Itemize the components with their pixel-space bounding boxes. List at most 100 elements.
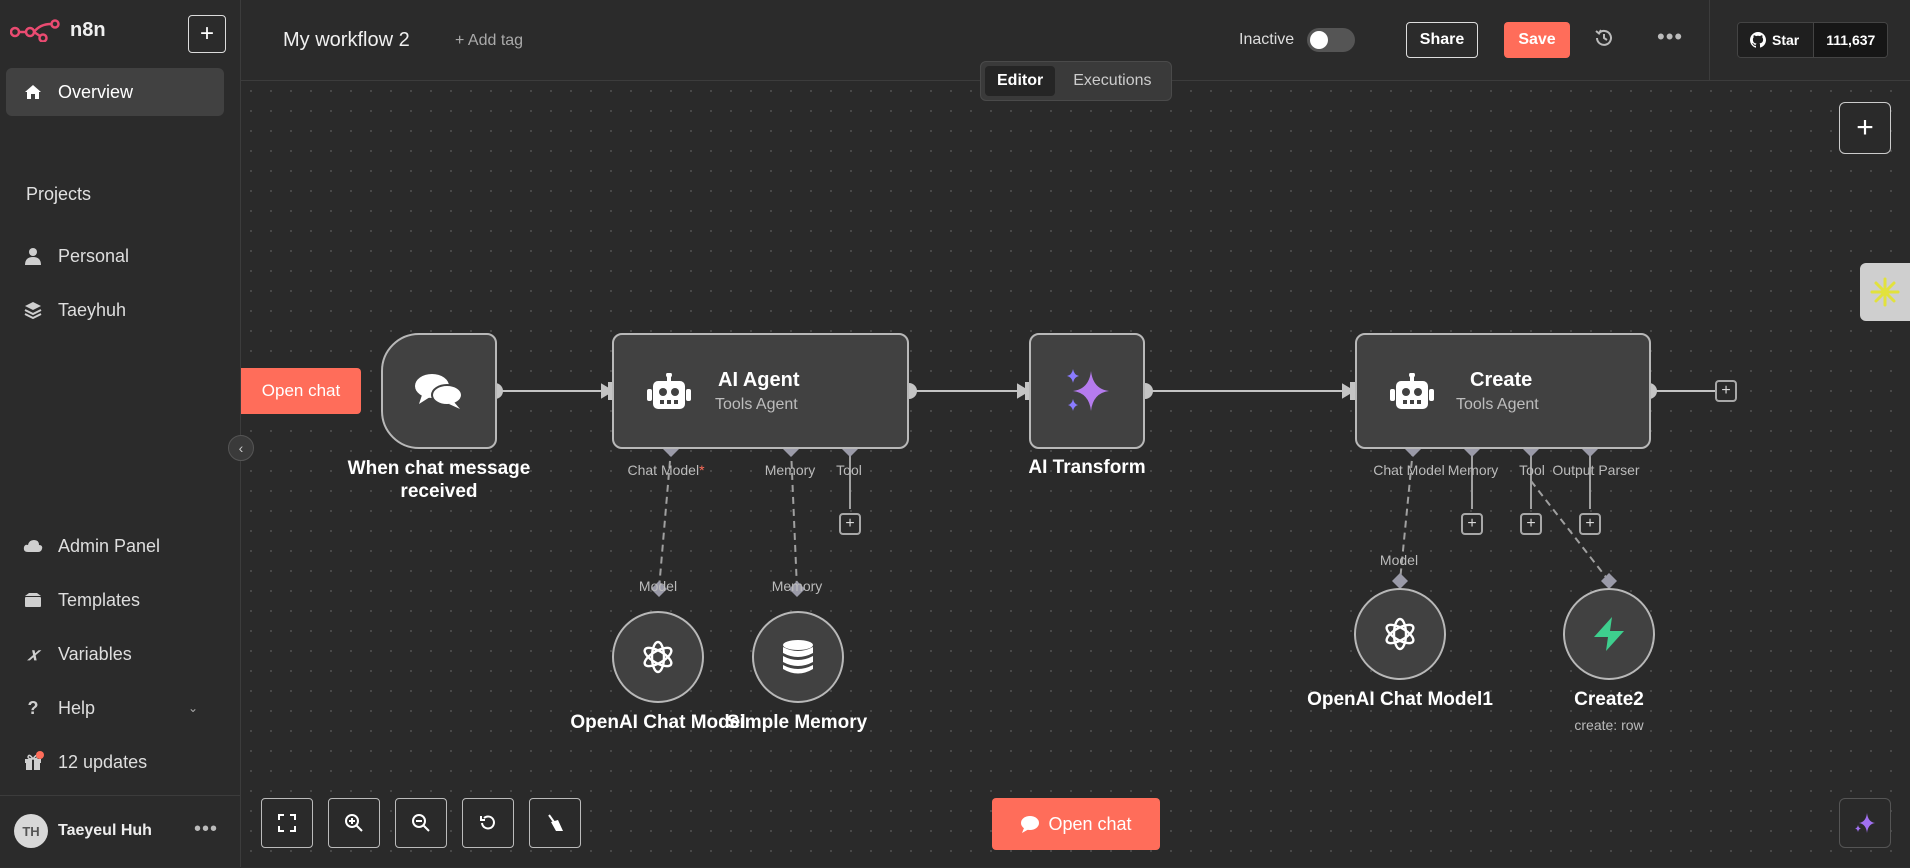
reset-zoom-button[interactable] [462, 798, 514, 848]
open-chat-button[interactable]: Open chat [992, 798, 1160, 850]
node-subtitle: Tools Agent [1456, 396, 1539, 413]
robot-icon [1387, 371, 1437, 415]
node-chat-trigger[interactable] [381, 333, 497, 449]
logo-text: n8n [70, 18, 106, 41]
required-mark: * [699, 462, 705, 478]
add-tool-button[interactable]: + [1520, 513, 1542, 535]
broom-icon [548, 814, 563, 831]
port-label-text: Chat Model [627, 462, 700, 478]
port-label-memory: Memory [1447, 462, 1499, 478]
node-label-openai1: OpenAI Chat Model1 [1307, 689, 1493, 710]
save-button[interactable]: Save [1504, 22, 1570, 58]
github-icon [1750, 32, 1766, 48]
node-create2[interactable] [1563, 588, 1655, 680]
node-openai-chat-model1[interactable] [1354, 588, 1446, 680]
node-subtitle-create2: create: row [1574, 717, 1644, 733]
divider [1709, 0, 1710, 80]
n8n-logo[interactable]: n8n [10, 18, 106, 42]
workflow-canvas[interactable]: Open chat When chat message received AI … [241, 81, 1910, 867]
sparkle-icon [1855, 813, 1875, 833]
database-icon [783, 640, 813, 674]
openai2-model-port [1392, 573, 1408, 589]
add-tool-button[interactable]: + [839, 513, 861, 535]
sidebar-item-label: Templates [58, 589, 141, 610]
chat-bubbles-icon [383, 335, 495, 447]
box-icon [22, 592, 44, 608]
layers-icon [22, 301, 44, 319]
question-icon: ? [27, 697, 39, 718]
node-ai-agent[interactable]: AI Agent Tools Agent [612, 333, 909, 449]
zoom-out-button[interactable] [395, 798, 447, 848]
undo-icon [480, 815, 495, 830]
avatar[interactable]: TH [14, 814, 48, 848]
fit-view-icon [278, 814, 296, 832]
more-options-icon[interactable]: ••• [1657, 24, 1683, 50]
collapse-sidebar-button[interactable]: ‹ [228, 435, 254, 461]
zoom-in-button[interactable] [328, 798, 380, 848]
sidebar-item-admin-panel[interactable]: Admin Panel [6, 522, 224, 570]
port-label-memory: Memory [771, 578, 823, 594]
add-node-button[interactable]: + [1839, 102, 1891, 154]
sidebar-item-label: Help [58, 697, 96, 718]
port-label-chat-model: Chat Model [1373, 462, 1445, 478]
node-label-chat-trigger: When chat message received [348, 457, 531, 503]
openai-icon [643, 640, 673, 674]
history-icon[interactable] [1594, 28, 1614, 54]
sidebar-item-variables[interactable]: 𝑥 Variables [6, 630, 224, 678]
add-output-parser-button[interactable]: + [1579, 513, 1601, 535]
open-chat-tag[interactable]: Open chat [241, 368, 361, 414]
node-title: AI Agent [718, 369, 800, 391]
node-label-simple-memory: Simple Memory [726, 712, 868, 733]
ask-assistant-button[interactable] [1860, 263, 1910, 321]
port-label-model: Model [638, 578, 678, 594]
port-label-model: Model [1379, 552, 1419, 568]
update-badge-dot [36, 751, 44, 759]
node-openai-chat-model[interactable] [612, 611, 704, 703]
sidebar-item-personal[interactable]: Personal [6, 232, 224, 280]
add-tag-button[interactable]: + Add tag [455, 32, 523, 50]
node-label-ai-transform: AI Transform [1028, 457, 1146, 478]
node-create[interactable]: Create Tools Agent [1355, 333, 1651, 449]
workflow-name[interactable]: My workflow 2 [283, 29, 410, 52]
openai-icon [1385, 617, 1415, 651]
github-star-count: 111,637 [1813, 23, 1888, 57]
ai-assistant-button[interactable] [1839, 798, 1891, 848]
zoom-to-fit-button[interactable] [261, 798, 313, 848]
node-title: Create [1470, 369, 1533, 391]
tab-executions[interactable]: Executions [1061, 66, 1163, 96]
sidebar-item-label: Overview [58, 81, 134, 102]
github-star-label: Star [1772, 32, 1800, 48]
view-tabs: Editor Executions [980, 61, 1172, 101]
user-name: Taeyeul Huh [58, 822, 152, 839]
add-memory-button[interactable]: + [1461, 513, 1483, 535]
active-status-label: Inactive [1239, 31, 1295, 48]
sidebar-item-updates[interactable]: 12 updates [6, 738, 224, 786]
chat-icon [1021, 816, 1040, 833]
chevron-left-icon: ‹ [238, 440, 244, 456]
variable-icon: 𝑥 [27, 643, 39, 664]
sidebar-item-label: Variables [58, 643, 132, 664]
cloud-icon [22, 539, 44, 553]
sidebar-item-label: Admin Panel [58, 535, 161, 556]
user-menu-icon[interactable]: ••• [194, 818, 218, 841]
tidy-up-button[interactable] [529, 798, 581, 848]
node-label-create2: Create2 [1574, 689, 1644, 710]
add-next-node-button[interactable]: + [1715, 380, 1737, 402]
sidebar-item-help[interactable]: ? Help ⌄ [6, 684, 224, 732]
open-chat-label: Open chat [1048, 813, 1132, 834]
node-simple-memory[interactable] [752, 611, 844, 703]
create-new-button[interactable]: + [188, 15, 226, 53]
sidebar-item-taeyhuh[interactable]: Taeyhuh [6, 286, 224, 334]
node-ai-transform[interactable] [1029, 333, 1145, 449]
sidebar-item-templates[interactable]: Templates [6, 576, 224, 624]
sidebar-item-overview[interactable]: Overview [6, 68, 224, 116]
n8n-logo-icon [10, 19, 60, 42]
github-star-button[interactable]: Star 111,637 [1737, 22, 1889, 58]
robot-icon [644, 371, 694, 415]
sidebar-item-label: 12 updates [58, 751, 148, 772]
node-label-openai: OpenAI Chat Model [570, 712, 746, 733]
user-icon [22, 247, 44, 265]
share-button[interactable]: Share [1406, 22, 1478, 58]
tab-editor[interactable]: Editor [985, 66, 1056, 96]
active-toggle[interactable] [1307, 28, 1355, 52]
